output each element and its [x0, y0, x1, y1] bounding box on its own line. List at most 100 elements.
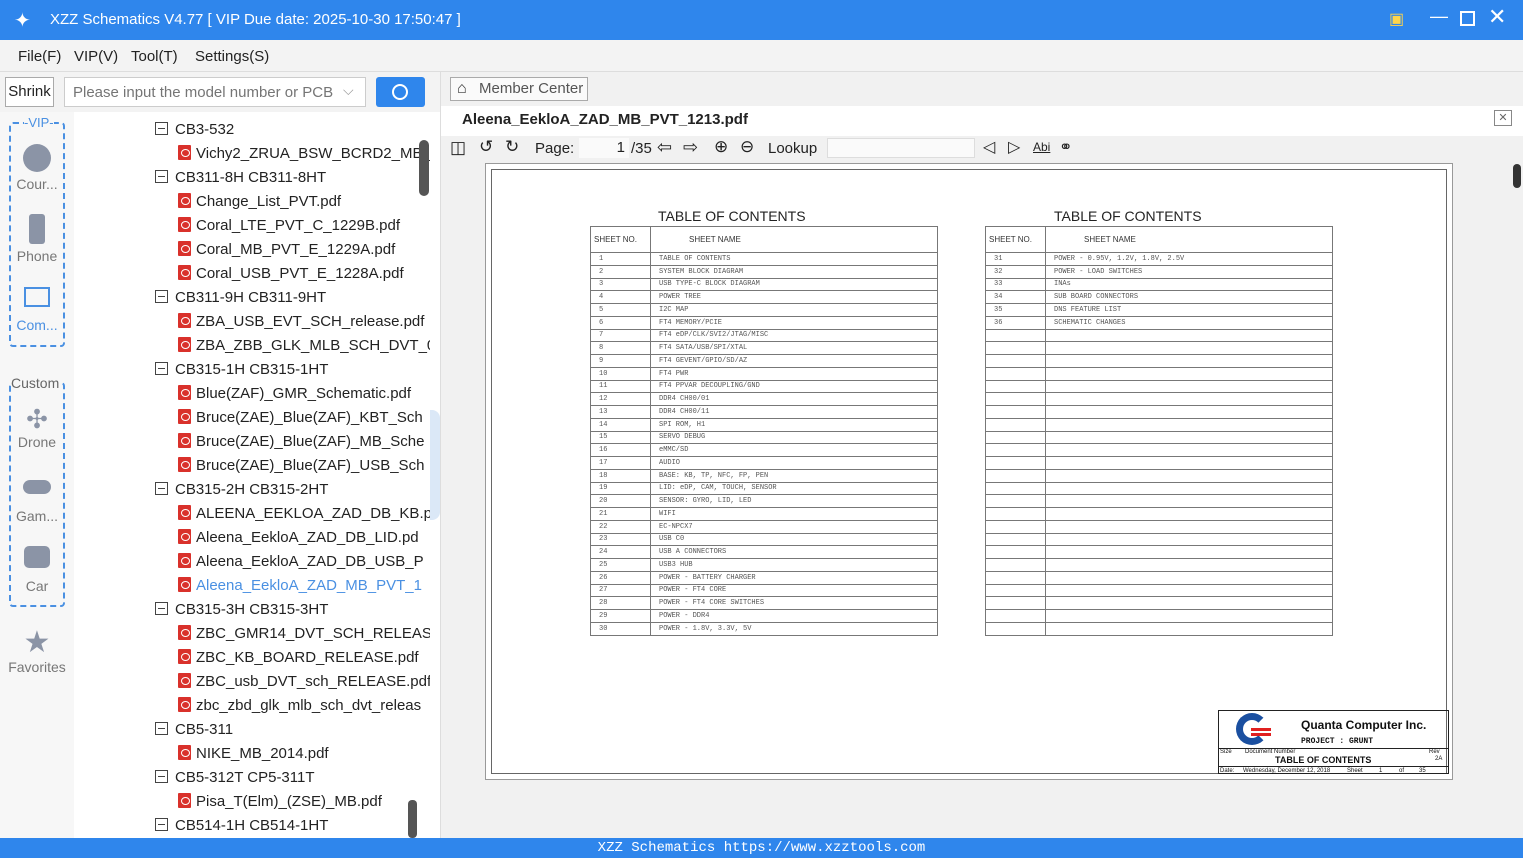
- sheet-no: [985, 328, 1046, 343]
- maximize-button[interactable]: [1460, 11, 1475, 26]
- tree-file[interactable]: ZBC_GMR14_DVT_SCH_RELEASE: [178, 623, 430, 645]
- tree-file[interactable]: NIKE_MB_2014.pdf: [178, 743, 329, 765]
- page-input[interactable]: 1: [579, 138, 629, 158]
- toc-table-left: SHEET NO. SHEET NAME 1 TABLE OF CONTENTS 2 SY…: [590, 226, 938, 636]
- viewer-scrollbar-thumb[interactable]: [1513, 164, 1521, 188]
- tree-file[interactable]: Blue(ZAF)_GMR_Schematic.pdf: [178, 383, 411, 405]
- model-search-input[interactable]: [64, 77, 366, 107]
- collapse-icon[interactable]: [155, 122, 168, 135]
- rotate-left-icon[interactable]: ↺: [479, 137, 493, 157]
- sidebar-item-course[interactable]: Cour...: [9, 144, 65, 192]
- play-icon: [23, 144, 51, 172]
- tree-folder[interactable]: CB311-9H CB311-9HT: [155, 287, 326, 309]
- tree-file[interactable]: Coral_USB_PVT_E_1228A.pdf: [178, 263, 404, 285]
- close-button[interactable]: ✕: [1488, 4, 1506, 30]
- star-icon: ★: [23, 626, 51, 659]
- tree-folder[interactable]: CB514-1H CB514-1HT: [155, 815, 328, 837]
- collapse-icon[interactable]: [155, 722, 168, 735]
- minimize-button[interactable]: —: [1430, 6, 1448, 27]
- tree-file[interactable]: Pisa_T(Elm)_(ZSE)_MB.pdf: [178, 791, 382, 813]
- sidebar-item-favorites[interactable]: ★ Favorites: [2, 626, 72, 676]
- collapse-icon[interactable]: [155, 770, 168, 783]
- tree-file[interactable]: Bruce(ZAE)_Blue(ZAF)_MB_Sche: [178, 431, 424, 453]
- app-logo-icon: ✦: [14, 10, 31, 32]
- sheet-no: 34: [985, 290, 1046, 304]
- tree-file[interactable]: ALEENA_EEKLOA_ZAD_DB_KB.p: [178, 503, 430, 525]
- tree-file[interactable]: Bruce(ZAE)_Blue(ZAF)_KBT_Sch: [178, 407, 423, 429]
- tree-label: ALEENA_EEKLOA_ZAD_DB_KB.p: [196, 505, 430, 522]
- label: Favorites: [8, 659, 66, 675]
- find-next-icon[interactable]: ▷: [1008, 137, 1020, 157]
- collapse-icon[interactable]: [155, 602, 168, 615]
- member-center-button[interactable]: ⌂ Member Center: [450, 77, 588, 101]
- vip-bag-icon[interactable]: ▣: [1389, 9, 1404, 29]
- tree-file[interactable]: zbc_zbd_glk_mlb_sch_dvt_releas: [178, 695, 421, 717]
- sheet-no: [985, 621, 1046, 636]
- tree-folder[interactable]: CB3-532: [155, 119, 234, 141]
- page-total: /35: [631, 140, 652, 157]
- pdf-icon: [178, 313, 191, 328]
- tree-label: Aleena_EekloA_ZAD_DB_USB_P: [196, 553, 424, 570]
- sidebar-item-game[interactable]: Gam...: [9, 480, 65, 524]
- tree-file[interactable]: Aleena_EekloA_ZAD_MB_PVT_1: [178, 575, 422, 597]
- tree-folder[interactable]: CB5-311: [155, 719, 233, 741]
- toc-row: 35 DNS FEATURE LIST: [985, 303, 1333, 317]
- tree-file[interactable]: ZBC_KB_BOARD_RELEASE.pdf: [178, 647, 419, 669]
- tree-folder[interactable]: CB315-3H CB315-3HT: [155, 599, 328, 621]
- tree-file[interactable]: Coral_LTE_PVT_C_1229B.pdf: [178, 215, 400, 237]
- sidebar-item-computer[interactable]: Com...: [9, 287, 65, 333]
- tree-folder[interactable]: CB315-2H CB315-2HT: [155, 479, 328, 501]
- label: Drone: [17, 434, 57, 450]
- tree-file[interactable]: Vichy2_ZRUA_BSW_BCRD2_MB_: [178, 143, 430, 165]
- tree-file[interactable]: ZBC_usb_DVT_sch_RELEASE.pdf: [178, 671, 430, 693]
- collapse-icon[interactable]: [155, 170, 168, 183]
- toc-row: 4 POWER TREE: [590, 290, 938, 304]
- panel-collapse-handle[interactable]: [430, 410, 440, 520]
- tree-file[interactable]: Change_List_PVT.pdf: [178, 191, 341, 213]
- sheet-no: 30: [590, 621, 651, 636]
- sidebar-toggle-icon[interactable]: ◫: [450, 138, 466, 158]
- tree-file[interactable]: ZBA_ZBB_GLK_MLB_SCH_DVT_0: [178, 335, 430, 357]
- menu-file[interactable]: File(F): [18, 48, 61, 65]
- find-prev-icon[interactable]: ◁: [983, 137, 995, 157]
- shrink-button[interactable]: Shrink: [5, 77, 54, 107]
- lookup-input[interactable]: [827, 138, 975, 158]
- binoculars-icon[interactable]: ⚭: [1059, 137, 1072, 157]
- prev-page-icon[interactable]: ⇦: [657, 137, 672, 158]
- tree-scrollbar-thumb[interactable]: [419, 140, 429, 196]
- tree-file[interactable]: Coral_MB_PVT_E_1229A.pdf: [178, 239, 395, 261]
- close-tab-icon[interactable]: ✕: [1494, 110, 1512, 126]
- zoom-in-icon[interactable]: ⊕: [714, 137, 728, 157]
- tree-folder[interactable]: CB311-8H CB311-8HT: [155, 167, 326, 189]
- sheet-name: SERVO DEBUG: [650, 430, 938, 445]
- tree-file[interactable]: Aleena_EekloA_ZAD_DB_USB_P: [178, 551, 424, 573]
- rotate-right-icon[interactable]: ↻: [505, 137, 519, 157]
- next-page-icon[interactable]: ⇨: [683, 137, 698, 158]
- zoom-out-icon[interactable]: ⊖: [740, 137, 754, 157]
- tree-folder[interactable]: CB315-1H CB315-1HT: [155, 359, 328, 381]
- collapse-icon[interactable]: [155, 482, 168, 495]
- tree-file[interactable]: ZBA_USB_EVT_SCH_release.pdf: [178, 311, 424, 333]
- tree-label: ZBA_ZBB_GLK_MLB_SCH_DVT_0: [196, 337, 430, 354]
- tree-file[interactable]: Bruce(ZAE)_Blue(ZAF)_USB_Sch: [178, 455, 424, 477]
- sheet-no: 25: [590, 558, 651, 572]
- sidebar-item-phone[interactable]: Phone: [9, 214, 65, 264]
- search-button[interactable]: [376, 77, 425, 107]
- sidebar-item-drone[interactable]: ✣ Drone: [9, 404, 65, 450]
- menu-settings[interactable]: Settings(S): [195, 48, 269, 65]
- collapse-icon[interactable]: [155, 818, 168, 831]
- file-tab-title[interactable]: Aleena_EekloA_ZAD_MB_PVT_1213.pdf: [462, 111, 748, 128]
- sidebar-item-car[interactable]: Car: [9, 546, 65, 594]
- tree-folder[interactable]: CB5-312T CP5-311T: [155, 767, 315, 789]
- toc-row: 3 USB TYPE-C BLOCK DIAGRAM: [590, 277, 938, 292]
- tree-label: CB315-3H CB315-3HT: [175, 601, 329, 618]
- tree-file[interactable]: Aleena_EekloA_ZAD_DB_LID.pd: [178, 527, 419, 549]
- tree-hscroll-thumb[interactable]: [408, 800, 417, 838]
- menu-vip[interactable]: VIP(V): [74, 48, 118, 65]
- sheet-name: AUDIO: [650, 456, 938, 470]
- menu-tool[interactable]: Tool(T): [131, 48, 178, 65]
- chevron-down-icon[interactable]: ⌵: [343, 82, 354, 99]
- match-case-icon[interactable]: Abi: [1033, 140, 1050, 154]
- collapse-icon[interactable]: [155, 362, 168, 375]
- collapse-icon[interactable]: [155, 290, 168, 303]
